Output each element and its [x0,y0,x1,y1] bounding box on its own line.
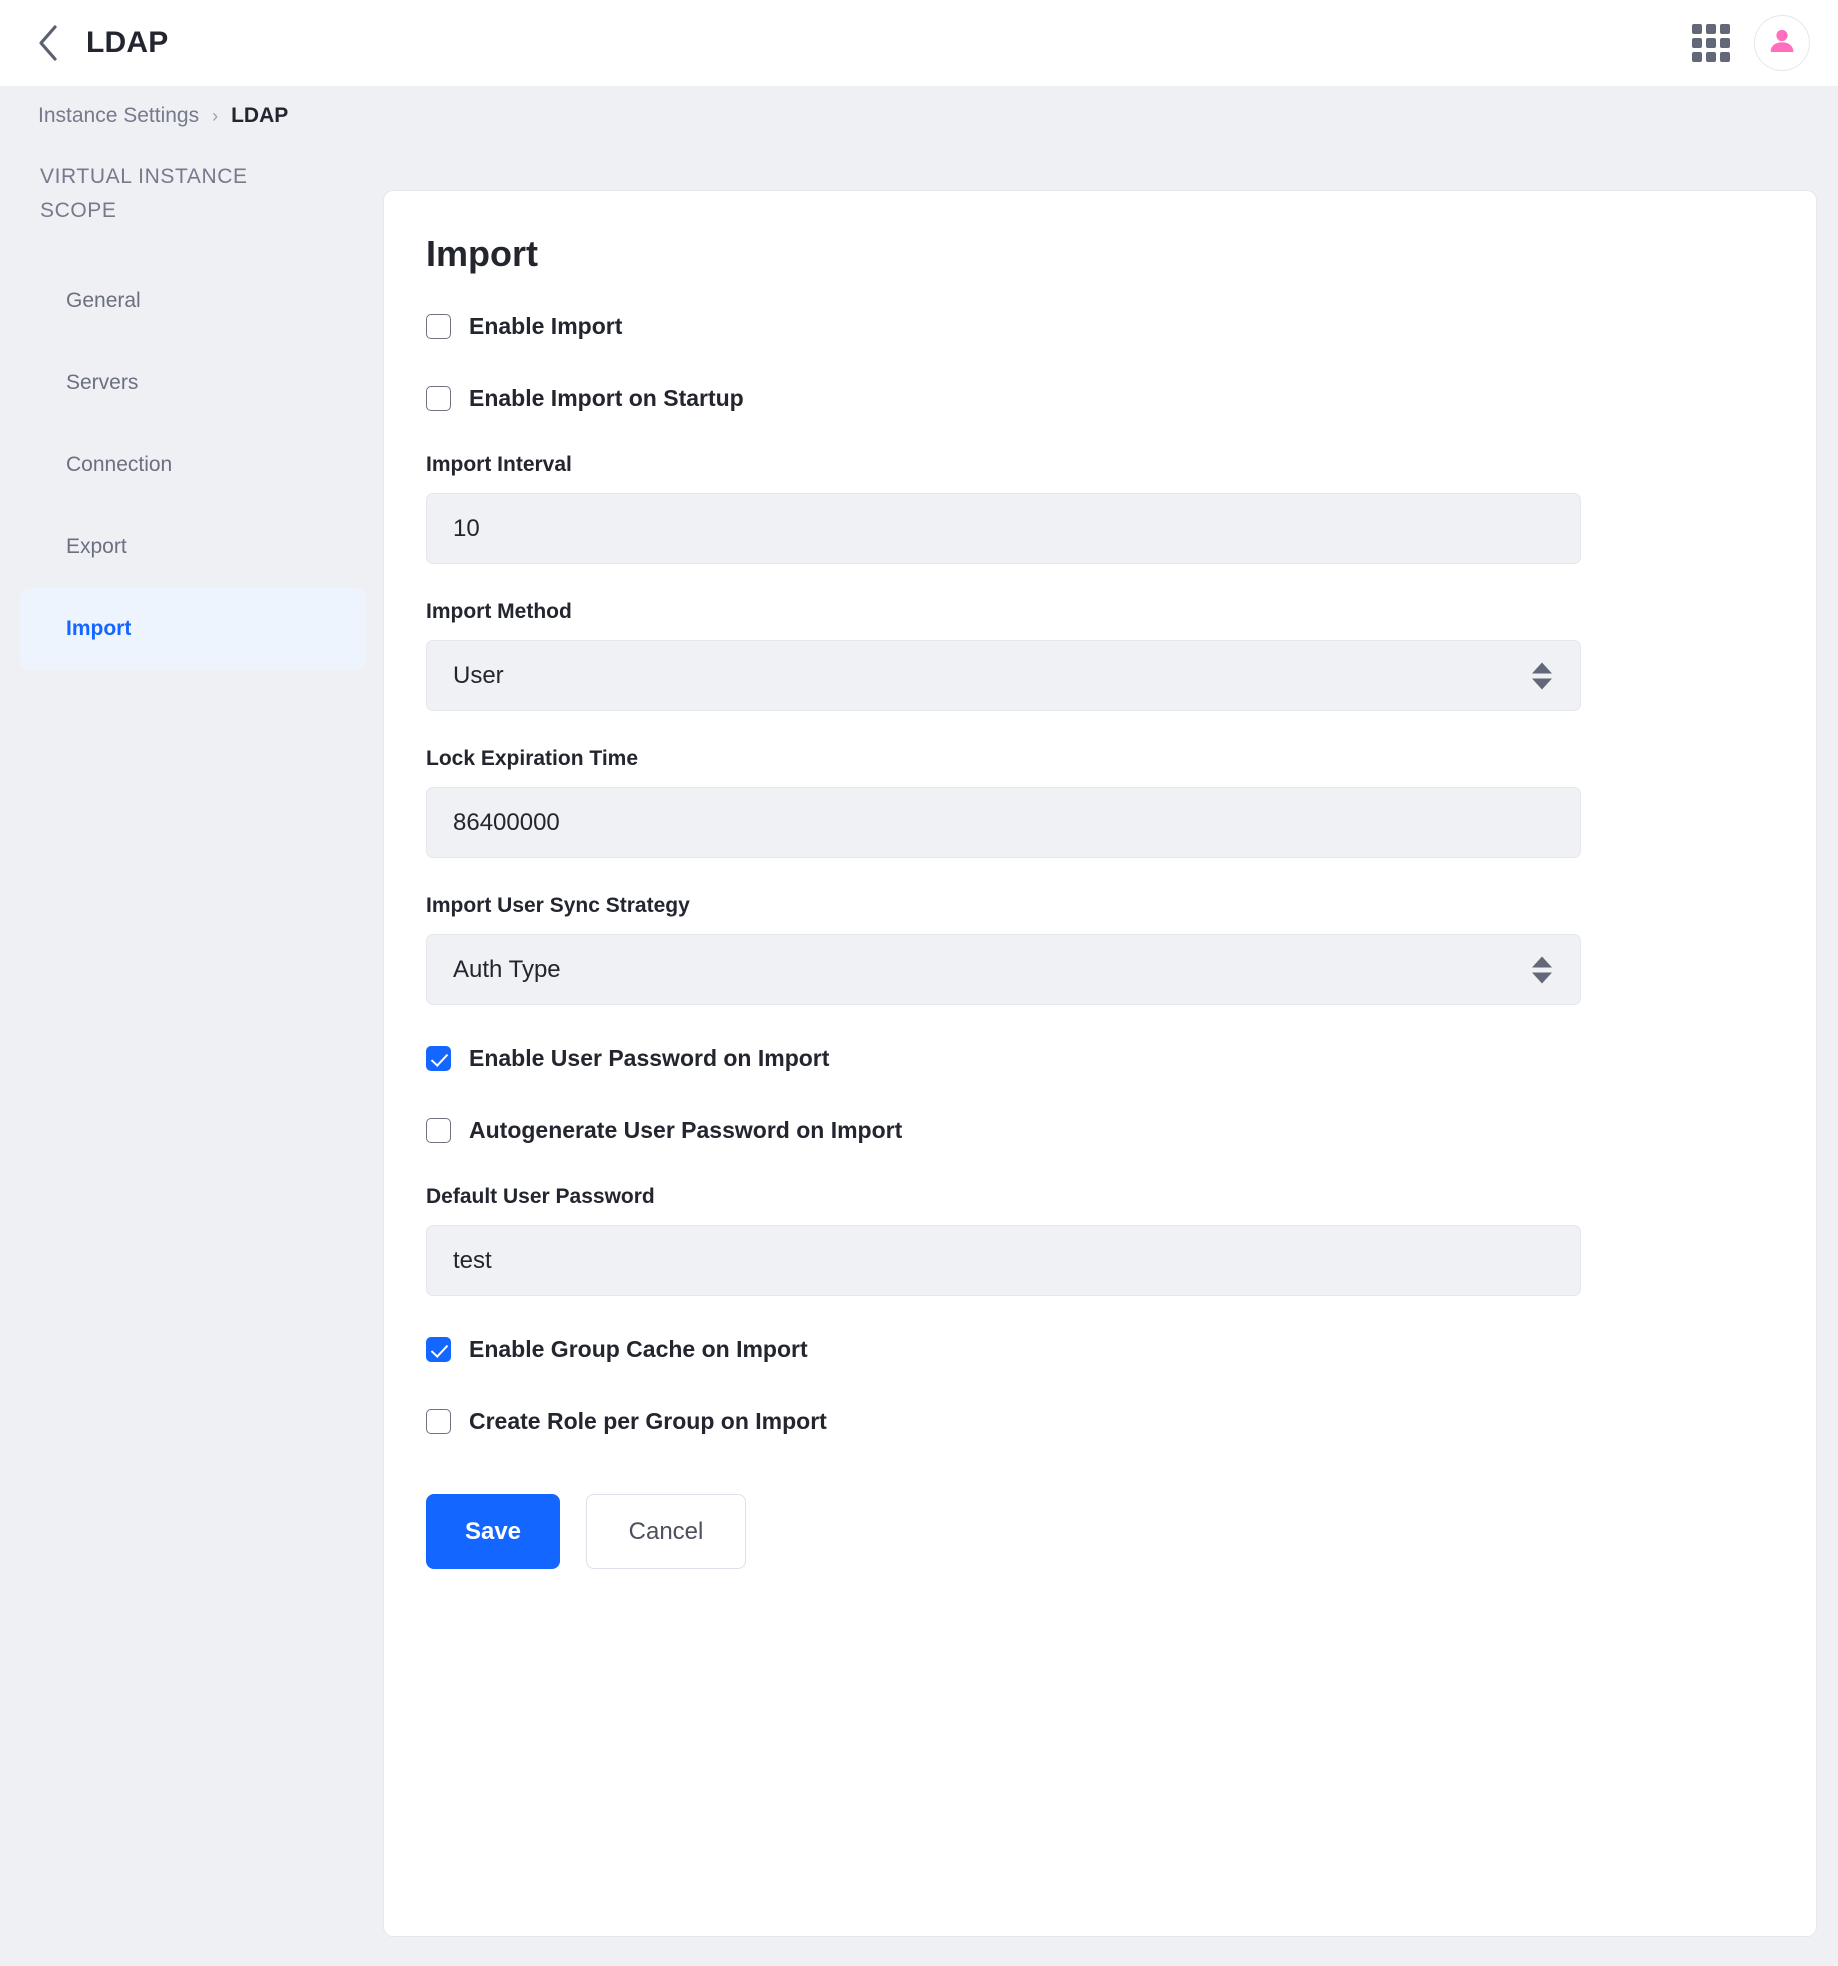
field-lock-expiration-time: Lock Expiration Time 86400000 [426,747,1816,858]
top-bar: LDAP [0,0,1838,86]
save-button[interactable]: Save [426,1494,560,1569]
grid-dot [1706,24,1716,34]
grid-dot [1692,38,1702,48]
enable-import-label: Enable Import [469,312,623,339]
lock-expiration-time-input[interactable]: 86400000 [426,787,1581,858]
field-import-interval: Import Interval 10 [426,453,1816,564]
create-role-per-group-on-import-label: Create Role per Group on Import [469,1407,827,1434]
grid-dot [1720,24,1730,34]
import-method-value: User [453,661,504,689]
import-method-label: Import Method [426,600,572,623]
autogenerate-user-password-on-import-label: Autogenerate User Password on Import [469,1116,903,1143]
enable-user-password-on-import-label: Enable User Password on Import [469,1044,830,1071]
sidebar-nav: General Servers Connection Export Import [0,260,386,670]
field-import-method: Import Method User [426,600,1816,711]
field-enable-user-password-on-import[interactable]: Enable User Password on Import [426,1041,1816,1075]
user-avatar-icon [1767,26,1797,61]
import-method-select[interactable]: User [426,640,1581,711]
grid-dot [1720,52,1730,62]
cancel-button[interactable]: Cancel [586,1494,746,1569]
sidebar-item-import[interactable]: Import [20,588,366,670]
import-interval-input[interactable]: 10 [426,493,1581,564]
default-user-password-label: Default User Password [426,1185,655,1208]
breadcrumb-current: LDAP [231,104,289,127]
field-default-user-password: Default User Password test [426,1185,1816,1296]
create-role-per-group-on-import-checkbox[interactable] [426,1408,451,1434]
sidebar-item-label: Import [66,617,132,640]
field-create-role-per-group-on-import[interactable]: Create Role per Group on Import [426,1404,1816,1438]
field-enable-import-on-startup[interactable]: Enable Import on Startup [426,381,1816,415]
select-updown-arrows-icon [1532,956,1552,983]
breadcrumb-instance-settings[interactable]: Instance Settings [38,104,199,128]
sidebar-item-connection[interactable]: Connection [20,424,366,506]
enable-import-on-startup-checkbox[interactable] [426,385,451,411]
field-import-user-sync-strategy: Import User Sync Strategy Auth Type [426,894,1816,1005]
sidebar-item-label: Servers [66,371,139,394]
field-autogenerate-user-password-on-import[interactable]: Autogenerate User Password on Import [426,1113,1816,1147]
field-enable-import[interactable]: Enable Import [426,309,1816,343]
topbar-actions [1692,15,1810,71]
grid-dot [1706,38,1716,48]
enable-import-on-startup-label: Enable Import on Startup [469,384,744,411]
import-form: Enable Import Enable Import on Startup I… [384,309,1816,1569]
card-title: Import [426,233,538,274]
back-button[interactable] [24,19,72,67]
breadcrumb-separator-icon: › [212,105,219,126]
sidebar-item-export[interactable]: Export [20,506,366,588]
breadcrumb: Instance Settings › LDAP [38,104,288,128]
import-user-sync-strategy-value: Auth Type [453,955,561,983]
grid-dot [1692,52,1702,62]
import-user-sync-strategy-label: Import User Sync Strategy [426,894,690,917]
enable-user-password-on-import-checkbox[interactable] [426,1045,451,1071]
select-updown-arrows-icon [1532,662,1552,689]
import-user-sync-strategy-select[interactable]: Auth Type [426,934,1581,1005]
enable-group-cache-on-import-label: Enable Group Cache on Import [469,1335,808,1362]
lock-expiration-time-label: Lock Expiration Time [426,747,638,770]
page-title: LDAP [86,26,169,59]
grid-apps-icon[interactable] [1692,24,1730,62]
sidebar-item-label: Export [66,535,127,558]
enable-import-checkbox[interactable] [426,313,451,339]
enable-group-cache-on-import-checkbox[interactable] [426,1336,451,1362]
import-settings-card: Import Enable Import Enable Import on St… [383,190,1817,1937]
sidebar-scope-title: VIRTUAL INSTANCE SCOPE [40,165,248,222]
sidebar-item-general[interactable]: General [20,260,366,342]
autogenerate-user-password-on-import-checkbox[interactable] [426,1117,451,1143]
avatar[interactable] [1754,15,1810,71]
default-user-password-input[interactable]: test [426,1225,1581,1296]
field-enable-group-cache-on-import[interactable]: Enable Group Cache on Import [426,1332,1816,1366]
form-actions: Save Cancel [426,1494,1816,1569]
sidebar: VIRTUAL INSTANCE SCOPE General Servers C… [0,160,386,670]
sidebar-item-label: Connection [66,453,173,476]
sidebar-item-servers[interactable]: Servers [20,342,366,424]
grid-dot [1692,24,1702,34]
chevron-left-icon [35,23,61,63]
grid-dot [1720,38,1730,48]
sidebar-item-label: General [66,289,141,312]
ldap-import-settings-page: LDAP Instance Settings › LDAP VIRTUAL IN… [0,0,1838,1966]
import-interval-label: Import Interval [426,453,572,476]
grid-dot [1706,52,1716,62]
